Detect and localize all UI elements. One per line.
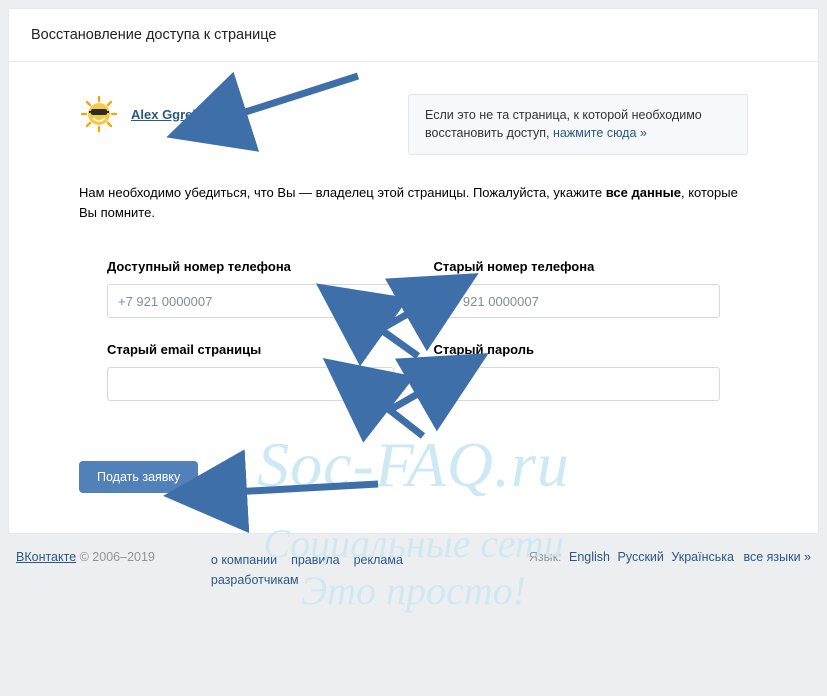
footer: ВКонтакте © 2006–2019 о компании правила… <box>0 542 827 598</box>
wrong-page-hint: Если это не та страница, к которой необх… <box>408 94 748 155</box>
click-here-link[interactable]: нажмите сюда » <box>553 126 647 140</box>
field-old-phone: Старый номер телефона <box>434 259 721 318</box>
footer-rules-link[interactable]: правила <box>291 550 340 570</box>
lang-all[interactable]: все языки » <box>743 550 811 564</box>
old-password-label: Старый пароль <box>434 342 721 357</box>
lang-en[interactable]: English <box>569 550 610 564</box>
page-card: Восстановление доступа к странице <box>8 8 819 534</box>
available-phone-input[interactable] <box>107 284 394 318</box>
footer-lang: Язык: English Русский Українська все язы… <box>529 550 811 564</box>
page-body: Alex Ggrelaxi Если это не та страница, к… <box>9 62 818 533</box>
available-phone-label: Доступный номер телефона <box>107 259 394 274</box>
avatar <box>79 94 119 134</box>
field-available-phone: Доступный номер телефона <box>107 259 394 318</box>
profile-summary: Alex Ggrelaxi <box>79 94 214 134</box>
field-old-password: Старый пароль <box>434 342 721 401</box>
old-password-input[interactable] <box>434 367 721 401</box>
profile-name-link[interactable]: Alex Ggrelaxi <box>131 107 214 122</box>
submit-button[interactable]: Подать заявку <box>79 461 198 493</box>
lang-ru[interactable]: Русский <box>618 550 664 564</box>
footer-brand: ВКонтакте © 2006–2019 <box>16 550 155 564</box>
profile-row: Alex Ggrelaxi Если это не та страница, к… <box>79 94 748 155</box>
footer-nav: о компании правила реклама разработчикам <box>211 550 431 590</box>
footer-ads-link[interactable]: реклама <box>354 550 403 570</box>
page-title: Восстановление доступа к странице <box>9 9 818 62</box>
field-old-email: Старый email страницы <box>107 342 394 401</box>
footer-devs-link[interactable]: разработчикам <box>211 570 299 590</box>
old-email-label: Старый email страницы <box>107 342 394 357</box>
brand-link[interactable]: ВКонтакте <box>16 550 76 564</box>
submit-row: Подать заявку <box>79 461 748 493</box>
form: Доступный номер телефона Старый номер те… <box>79 259 748 401</box>
instruction-text: Нам необходимо убедиться, что Вы — владе… <box>79 183 748 223</box>
old-phone-label: Старый номер телефона <box>434 259 721 274</box>
old-email-input[interactable] <box>107 367 394 401</box>
instruction-prefix: Нам необходимо убедиться, что Вы — владе… <box>79 185 606 200</box>
instruction-bold: все данные <box>606 185 681 200</box>
lang-label: Язык: <box>529 550 562 564</box>
footer-about-link[interactable]: о компании <box>211 550 277 570</box>
old-phone-input[interactable] <box>434 284 721 318</box>
copyright-text: © 2006–2019 <box>76 550 155 564</box>
lang-uk[interactable]: Українська <box>671 550 734 564</box>
